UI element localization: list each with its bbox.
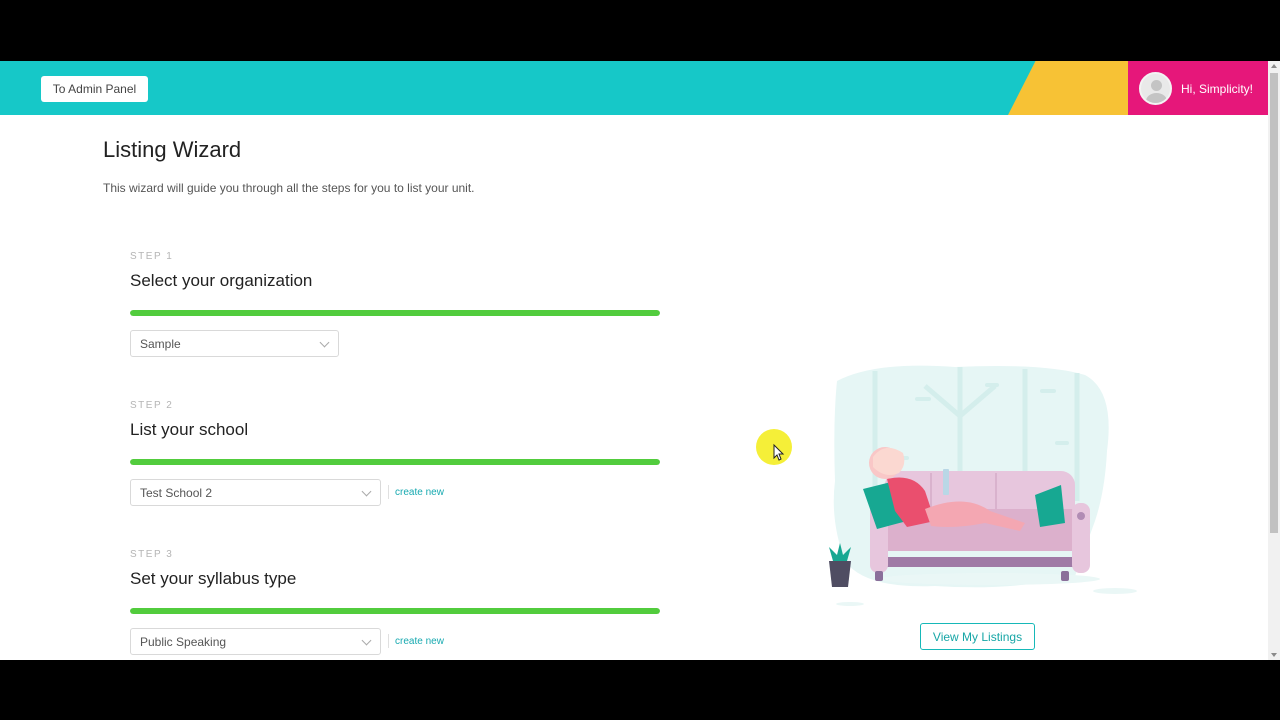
page-scrollbar[interactable]	[1268, 61, 1280, 660]
scroll-down-icon[interactable]	[1271, 653, 1277, 657]
select-value: Test School 2	[140, 486, 213, 500]
step-title: Set your syllabus type	[130, 569, 297, 588]
select-value: Sample	[140, 337, 181, 351]
top-header: To Admin Panel Hi, Simplicity!	[0, 61, 1268, 115]
chevron-down-icon	[361, 635, 372, 646]
create-new-school-link[interactable]: create new	[388, 485, 444, 499]
progress-fill	[130, 459, 660, 465]
view-my-listings-button[interactable]: View My Listings	[920, 623, 1035, 650]
progress-fill	[130, 608, 660, 614]
chevron-down-icon	[361, 486, 372, 497]
step-label: STEP 1	[130, 251, 174, 262]
wizard-step-2: STEP 2 List your school Test School 2 cr…	[130, 400, 660, 506]
chevron-down-icon	[319, 337, 330, 348]
step-progress-bar	[130, 608, 660, 614]
step-title: Select your organization	[130, 271, 313, 290]
progress-fill	[130, 310, 660, 316]
scroll-up-icon[interactable]	[1271, 64, 1277, 68]
avatar[interactable]	[1139, 72, 1172, 105]
organization-select[interactable]: Sample	[130, 330, 339, 357]
step-label: STEP 2	[130, 400, 174, 411]
step-label: STEP 3	[130, 549, 174, 560]
step-title: List your school	[130, 420, 249, 439]
step-progress-bar	[130, 310, 660, 316]
browser-viewport: To Admin Panel Hi, Simplicity! Listing W…	[0, 61, 1280, 660]
select-value: Public Speaking	[140, 635, 227, 649]
page-subtitle: This wizard will guide you through all t…	[103, 181, 475, 195]
letterbox-bottom	[0, 660, 1280, 720]
user-greeting[interactable]: Hi, Simplicity!	[1181, 82, 1253, 96]
page-title: Listing Wizard	[103, 137, 242, 162]
scrollbar-thumb[interactable]	[1270, 73, 1278, 533]
cursor-highlight-icon	[756, 429, 792, 465]
user-menu[interactable]: Hi, Simplicity!	[1139, 72, 1253, 105]
syllabus-select[interactable]: Public Speaking	[130, 628, 381, 655]
wizard-step-3: STEP 3 Set your syllabus type Public Spe…	[130, 549, 660, 655]
create-new-syllabus-link[interactable]: create new	[388, 634, 444, 648]
letterbox-top	[0, 0, 1280, 61]
wizard-step-1: STEP 1 Select your organization Sample	[130, 251, 660, 357]
sofa-illustration	[829, 365, 1137, 606]
admin-panel-button[interactable]: To Admin Panel	[41, 76, 148, 102]
school-select[interactable]: Test School 2	[130, 479, 381, 506]
step-progress-bar	[130, 459, 660, 465]
